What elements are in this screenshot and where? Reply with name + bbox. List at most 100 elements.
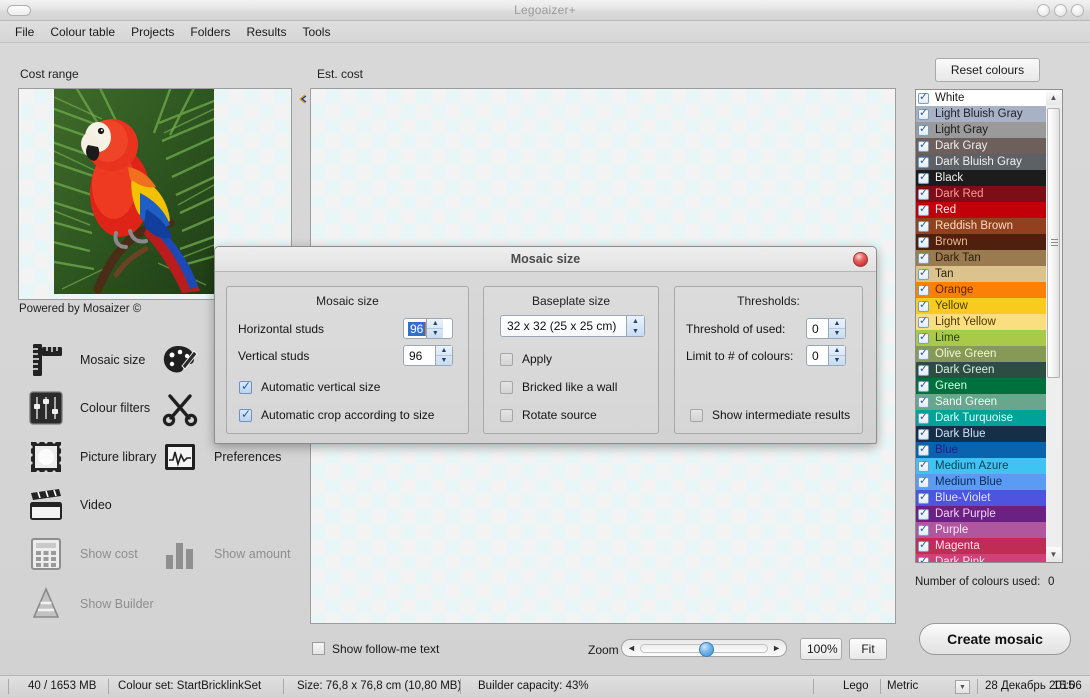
colour-enabled-checkbox[interactable]	[918, 235, 929, 248]
colour-row[interactable]: Light Bluish Gray	[916, 106, 1062, 122]
close-icon[interactable]	[1071, 4, 1084, 17]
threshold-of-used-spinner[interactable]: 0 ▲ ▼	[806, 318, 846, 339]
zoom-100-button[interactable]: 100%	[800, 638, 842, 660]
automatic-vertical-size-checkbox[interactable]: Automatic vertical size	[239, 379, 380, 394]
colour-row[interactable]: Dark Green	[916, 362, 1062, 378]
zoom-increase-icon[interactable]: ►	[772, 643, 781, 653]
colour-enabled-checkbox[interactable]	[918, 427, 929, 440]
colour-enabled-checkbox[interactable]	[918, 523, 929, 536]
colour-enabled-checkbox[interactable]	[918, 443, 929, 456]
tool-show-cost[interactable]: Show cost	[24, 532, 138, 576]
horizontal-studs-stepper[interactable]: ▲ ▼	[426, 319, 444, 338]
menu-tools[interactable]: Tools	[295, 23, 337, 41]
vertical-studs-value[interactable]: 96	[404, 349, 435, 363]
colour-row[interactable]: Dark Gray	[916, 138, 1062, 154]
show-followme-checkbox[interactable]	[312, 642, 325, 655]
colour-enabled-checkbox[interactable]	[918, 299, 929, 312]
stepper-down-icon[interactable]: ▼	[436, 356, 452, 365]
colour-list-scrollbar[interactable]: ▲ ▼	[1046, 89, 1063, 563]
threshold-of-used-value[interactable]: 0	[807, 322, 828, 336]
colour-enabled-checkbox[interactable]	[918, 107, 929, 120]
colour-row[interactable]: Dark Tan	[916, 250, 1062, 266]
scroll-up-icon[interactable]: ▲	[1046, 90, 1061, 105]
limit-colours-spinner[interactable]: 0 ▲ ▼	[806, 345, 846, 366]
colour-row[interactable]: Blue	[916, 442, 1062, 458]
zoom-decrease-icon[interactable]: ◄	[627, 643, 636, 653]
dialog-close-icon[interactable]	[853, 252, 868, 267]
colour-row[interactable]: Sand Green	[916, 394, 1062, 410]
stepper-up-icon[interactable]: ▲	[829, 319, 845, 329]
colour-row[interactable]: Reddish Brown	[916, 218, 1062, 234]
colour-enabled-checkbox[interactable]	[918, 155, 929, 168]
colour-row[interactable]: Dark Bluish Gray	[916, 154, 1062, 170]
tool-colour-filters[interactable]: Colour filters	[24, 386, 150, 430]
colour-row[interactable]: Purple	[916, 522, 1062, 538]
horizontal-studs-spinner[interactable]: 96 ▲ ▼	[403, 318, 453, 339]
colour-row[interactable]: Orange	[916, 282, 1062, 298]
colour-enabled-checkbox[interactable]	[918, 379, 929, 392]
colour-enabled-checkbox[interactable]	[918, 331, 929, 344]
colour-enabled-checkbox[interactable]	[918, 139, 929, 152]
colour-row[interactable]: Tan	[916, 266, 1062, 282]
colour-row[interactable]: Yellow	[916, 298, 1062, 314]
tool-video[interactable]: Video	[24, 483, 112, 527]
colour-row[interactable]: Brown	[916, 234, 1062, 250]
maximize-icon[interactable]	[1054, 4, 1067, 17]
create-mosaic-button[interactable]: Create mosaic	[919, 623, 1071, 655]
stepper-down-icon[interactable]: ▼	[829, 356, 845, 365]
automatic-crop-checkbox[interactable]: Automatic crop according to size	[239, 407, 434, 422]
stepper-up-icon[interactable]: ▲	[436, 346, 452, 356]
colour-row[interactable]: Dark Blue	[916, 426, 1062, 442]
stepper-up-icon[interactable]: ▲	[829, 346, 845, 356]
vertical-studs-stepper[interactable]: ▲ ▼	[435, 346, 452, 365]
colour-row[interactable]: Blue-Violet	[916, 490, 1062, 506]
colour-row[interactable]: Dark Turquoise	[916, 410, 1062, 426]
colour-row[interactable]: Dark Purple	[916, 506, 1062, 522]
menu-folders[interactable]: Folders	[183, 23, 237, 41]
tool-mosaic-size[interactable]: Mosaic size	[24, 338, 145, 382]
colour-row[interactable]: Light Gray	[916, 122, 1062, 138]
chevron-down-icon[interactable]: ▼	[627, 326, 644, 336]
collapse-panel-arrow[interactable]	[296, 93, 310, 109]
colour-enabled-checkbox[interactable]	[918, 539, 929, 552]
colour-enabled-checkbox[interactable]	[918, 203, 929, 216]
rotate-source-checkbox[interactable]: Rotate source	[500, 408, 597, 422]
colour-row[interactable]: Dark Pink	[916, 554, 1062, 562]
colour-row[interactable]: Magenta	[916, 538, 1062, 554]
colour-row[interactable]: Medium Blue	[916, 474, 1062, 490]
colour-row[interactable]: Medium Azure	[916, 458, 1062, 474]
colour-enabled-checkbox[interactable]	[918, 555, 929, 562]
menu-colour-table[interactable]: Colour table	[43, 23, 122, 41]
colour-enabled-checkbox[interactable]	[918, 283, 929, 296]
zoom-thumb[interactable]	[699, 642, 714, 657]
tool-picture-library[interactable]: Picture library	[24, 435, 156, 479]
baseplate-size-stepper[interactable]: ▲ ▼	[626, 316, 644, 336]
reset-colours-button[interactable]: Reset colours	[935, 58, 1040, 82]
units-dropdown-icon[interactable]: ▼	[955, 680, 970, 694]
zoom-slider[interactable]: ◄ ►	[621, 639, 787, 657]
colour-enabled-checkbox[interactable]	[918, 507, 929, 520]
stepper-down-icon[interactable]: ▼	[829, 329, 845, 338]
minimize-icon[interactable]	[1037, 4, 1050, 17]
tool-scissors[interactable]	[158, 386, 214, 430]
colour-enabled-checkbox[interactable]	[918, 123, 929, 136]
apply-checkbox[interactable]: Apply	[500, 352, 552, 366]
colour-enabled-checkbox[interactable]	[918, 315, 929, 328]
horizontal-studs-value[interactable]: 96	[408, 321, 427, 336]
colour-enabled-checkbox[interactable]	[918, 347, 929, 360]
colour-enabled-checkbox[interactable]	[918, 251, 929, 264]
zoom-fit-button[interactable]: Fit	[849, 638, 887, 660]
stepper-up-icon[interactable]: ▲	[427, 319, 444, 329]
scrollbar-thumb[interactable]	[1047, 108, 1060, 378]
colour-enabled-checkbox[interactable]	[918, 459, 929, 472]
scroll-down-icon[interactable]: ▼	[1046, 547, 1061, 562]
limit-colours-value[interactable]: 0	[807, 349, 828, 363]
colour-row[interactable]: Dark Red	[916, 186, 1062, 202]
colour-row[interactable]: White	[916, 90, 1062, 106]
colour-enabled-checkbox[interactable]	[918, 187, 929, 200]
chevron-up-icon[interactable]: ▲	[627, 316, 644, 326]
colour-enabled-checkbox[interactable]	[918, 267, 929, 280]
vertical-studs-spinner[interactable]: 96 ▲ ▼	[403, 345, 453, 366]
baseplate-size-select[interactable]: 32 x 32 (25 x 25 cm) ▲ ▼	[500, 315, 645, 337]
colour-row[interactable]: Black	[916, 170, 1062, 186]
